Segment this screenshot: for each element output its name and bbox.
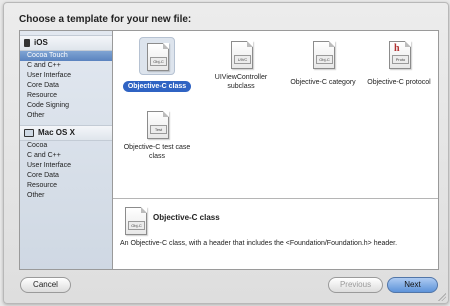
detail-description: An Objective-C class, with a header that…: [120, 240, 398, 247]
template-objective-c-protocol[interactable]: h Proto Objective-C protocol: [361, 37, 437, 89]
template-grid: Obj-C Objective-C class UIVC UIViewContr…: [113, 31, 438, 198]
sidebar-item-user-interface[interactable]: User Interface: [20, 161, 112, 171]
sidebar-item-code-signing[interactable]: Code Signing: [20, 101, 112, 111]
obj-c-file-icon: Obj-C: [147, 43, 169, 71]
template-icon-frame: h Proto: [383, 37, 415, 71]
template-objective-c-category[interactable]: Obj-C Objective-C category: [285, 37, 361, 89]
sidebar-group-label: Mac OS X: [38, 128, 75, 137]
obj-c-file-icon: Obj-C: [125, 207, 147, 235]
template-icon-frame: Obj-C: [307, 37, 339, 71]
sidebar-item-core-data[interactable]: Core Data: [20, 81, 112, 91]
sidebar-item-user-interface[interactable]: User Interface: [20, 71, 112, 81]
sidebar-item-other[interactable]: Other: [20, 111, 112, 121]
sidebar-item-resource[interactable]: Resource: [20, 91, 112, 101]
template-icon-frame: Obj-C: [139, 37, 175, 75]
template-objective-c-class[interactable]: Obj-C Objective-C class: [119, 37, 195, 93]
template-label: Objective-C test case class: [123, 144, 191, 160]
cancel-button[interactable]: Cancel: [20, 277, 71, 293]
detail-title: Objective-C class: [153, 213, 220, 222]
template-uiviewcontroller-subclass[interactable]: UIVC UIViewController subclass: [203, 37, 279, 93]
iphone-icon: [24, 39, 30, 47]
sidebar-item-cocoa[interactable]: Cocoa: [20, 141, 112, 151]
sidebar-item-c-and-cpp[interactable]: C and C++: [20, 61, 112, 71]
sidebar-item-c-and-cpp[interactable]: C and C++: [20, 151, 112, 161]
sidebar-group-mac-os-x: Mac OS X: [20, 125, 112, 141]
resize-grip[interactable]: [438, 293, 446, 301]
template-icon-frame: UIVC: [225, 37, 257, 71]
obj-c-category-file-icon: Obj-C: [313, 38, 339, 69]
sidebar-group-label: iOS: [34, 38, 48, 47]
mac-display-icon: [24, 129, 34, 137]
next-button[interactable]: Next: [387, 277, 438, 293]
sidebar-item-cocoa-touch[interactable]: Cocoa Touch: [20, 51, 112, 61]
sidebar-group-ios: iOS: [20, 35, 112, 51]
sidebar-item-resource[interactable]: Resource: [20, 181, 112, 191]
template-icon-frame: Test: [141, 107, 173, 141]
template-chooser: iOS Cocoa Touch C and C++ User Interface…: [19, 30, 439, 270]
sidebar-item-other[interactable]: Other: [20, 191, 112, 201]
previous-button[interactable]: Previous: [328, 277, 383, 293]
new-file-dialog: Choose a template for your new file: iOS…: [3, 2, 449, 304]
header-file-icon: h Proto: [389, 41, 411, 69]
template-label: Objective-C class: [122, 81, 192, 92]
template-detail-panel: Obj-C Objective-C class An Objective-C c…: [113, 198, 438, 269]
template-label: Objective-C protocol: [367, 79, 431, 86]
template-sidebar: iOS Cocoa Touch C and C++ User Interface…: [20, 31, 113, 269]
template-objective-c-test-case-class[interactable]: Test Objective-C test case class: [119, 107, 195, 163]
template-label: Objective-C category: [290, 79, 356, 86]
dialog-title: Choose a template for your new file:: [19, 14, 192, 25]
test-file-icon: Test: [147, 108, 173, 139]
uivc-file-icon: UIVC: [231, 38, 257, 69]
sidebar-item-core-data[interactable]: Core Data: [20, 171, 112, 181]
template-label: UIViewController subclass: [214, 74, 268, 90]
